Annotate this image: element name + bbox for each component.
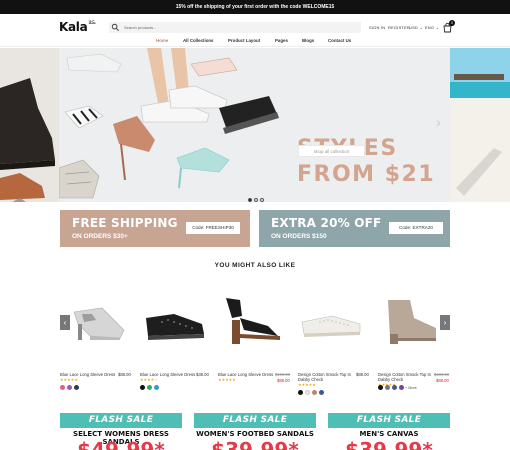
promo-title: EXTRA 20% OFF [271, 216, 382, 230]
flash-sale-price: $49.99* [77, 438, 165, 450]
logo-mark: ڪلا [88, 20, 96, 26]
announcement-bar: 15% off the shipping of your first order… [0, 0, 510, 14]
flash-sale-heading: FLASH SALE [328, 413, 450, 428]
color-swatch[interactable] [385, 385, 390, 390]
logo-text: Kala [59, 20, 88, 34]
slider-dots [248, 189, 266, 207]
promo-code: Code: EXTRA20 [389, 222, 443, 234]
slider-dot-1[interactable] [248, 198, 252, 202]
shop-all-button[interactable]: shop all collection [298, 145, 365, 157]
logo[interactable]: Kalaڪلا [59, 20, 96, 34]
nav-product-layout[interactable]: Product Layout [228, 38, 260, 43]
product-image[interactable] [140, 290, 210, 352]
color-swatch[interactable] [392, 385, 397, 390]
flash-sale-banner[interactable]: FLASH SALE WOMEN'S FOOTBED SANDALS $39.9… [194, 413, 316, 450]
promo-free-shipping[interactable]: FREE SHIPPING ON ORDERS $30+ Code: FREES… [60, 210, 250, 247]
color-swatch[interactable] [140, 385, 145, 390]
product-rating: ★★★★★ [298, 382, 316, 387]
search-input[interactable] [124, 23, 324, 32]
promo-extra-off[interactable]: EXTRA 20% OFF ON ORDERS $150 Code: EXTRA… [259, 210, 450, 247]
product-sale-price: $88.00 [277, 378, 290, 383]
flash-sale-price: $39.99* [211, 438, 299, 450]
color-swatch[interactable] [399, 385, 404, 390]
color-swatch[interactable] [319, 390, 324, 395]
section-title: YOU MIGHT ALSO LIKE [214, 262, 296, 269]
search-icon[interactable] [111, 23, 120, 32]
color-swatch[interactable] [60, 385, 65, 390]
promo-code: Code: FREESHIP30 [186, 222, 240, 234]
hero-next-arrow-icon[interactable]: › [436, 114, 441, 130]
color-swatch[interactable] [74, 385, 79, 390]
more-colors-link[interactable]: + More [405, 386, 417, 390]
hero-slider[interactable]: STYLES FROM $21 › [0, 48, 510, 202]
language-select[interactable]: ENG ⌄ [425, 25, 439, 30]
color-swatch[interactable] [147, 385, 152, 390]
promo-subtitle: ON ORDERS $150 [271, 233, 327, 240]
color-swatch[interactable] [298, 390, 303, 395]
flash-sale-price: $39.99* [345, 438, 433, 450]
product-image[interactable] [374, 290, 444, 352]
product-price: $88.00 [118, 372, 131, 377]
promo-title: FREE SHIPPING [72, 216, 178, 230]
product-image[interactable] [62, 290, 132, 352]
flash-sale-heading: FLASH SALE [194, 413, 316, 428]
color-swatch[interactable] [305, 390, 310, 395]
nav-contact-us[interactable]: Contact Us [328, 38, 351, 43]
flash-sale-subtitle: WOMEN'S FOOTBED SANDALS [196, 430, 314, 438]
color-swatch[interactable] [378, 385, 383, 390]
nav-all-collections[interactable]: All Collections [183, 38, 214, 43]
color-swatch[interactable] [312, 390, 317, 395]
product-rating: ★★★★★ [218, 377, 236, 382]
register-link[interactable]: REGISTER [388, 25, 410, 30]
product-sale-price: $88.00 [436, 378, 449, 383]
product-price: $88.00 [356, 372, 369, 377]
slider-dot-3[interactable] [260, 198, 264, 202]
hero-title: STYLES FROM $21 [297, 136, 435, 188]
nav-blogs[interactable]: Blogs [302, 38, 314, 43]
product-rating: ★★★★★ [60, 377, 78, 382]
currency-select[interactable]: USD ⌄ [409, 25, 423, 30]
hero-prev-slide-image [0, 48, 59, 202]
flash-sale-subtitle: MEN'S CANVAS [359, 430, 419, 438]
nav-divider [0, 46, 510, 47]
product-old-price: $100.00 [434, 372, 450, 377]
product-image[interactable] [218, 290, 288, 352]
slider-dot-2[interactable] [254, 198, 258, 202]
sign-in-link[interactable]: SIGN IN [369, 25, 385, 30]
color-swatch[interactable] [67, 385, 72, 390]
color-swatch[interactable] [154, 385, 159, 390]
promo-subtitle: ON ORDERS $30+ [72, 233, 128, 240]
flash-sale-banner[interactable]: FLASH SALE SELECT WOMENS DRESS SANDALS $… [60, 413, 182, 450]
hero-title-line2: FROM $21 [297, 162, 436, 187]
product-old-price: $100.00 [275, 372, 291, 377]
nav-home[interactable]: Home [156, 38, 168, 43]
cart-count-badge: 0 [449, 20, 455, 26]
flash-sale-heading: FLASH SALE [60, 413, 182, 428]
product-rating: ★★★★☆ [140, 377, 158, 382]
flash-sale-banner[interactable]: FLASH SALE MEN'S CANVAS $39.99* [328, 413, 450, 450]
nav-pages[interactable]: Pages [275, 38, 288, 43]
product-image[interactable] [296, 290, 366, 352]
hero-next-slide-image [450, 48, 510, 202]
product-price: $38.00 [196, 372, 209, 377]
